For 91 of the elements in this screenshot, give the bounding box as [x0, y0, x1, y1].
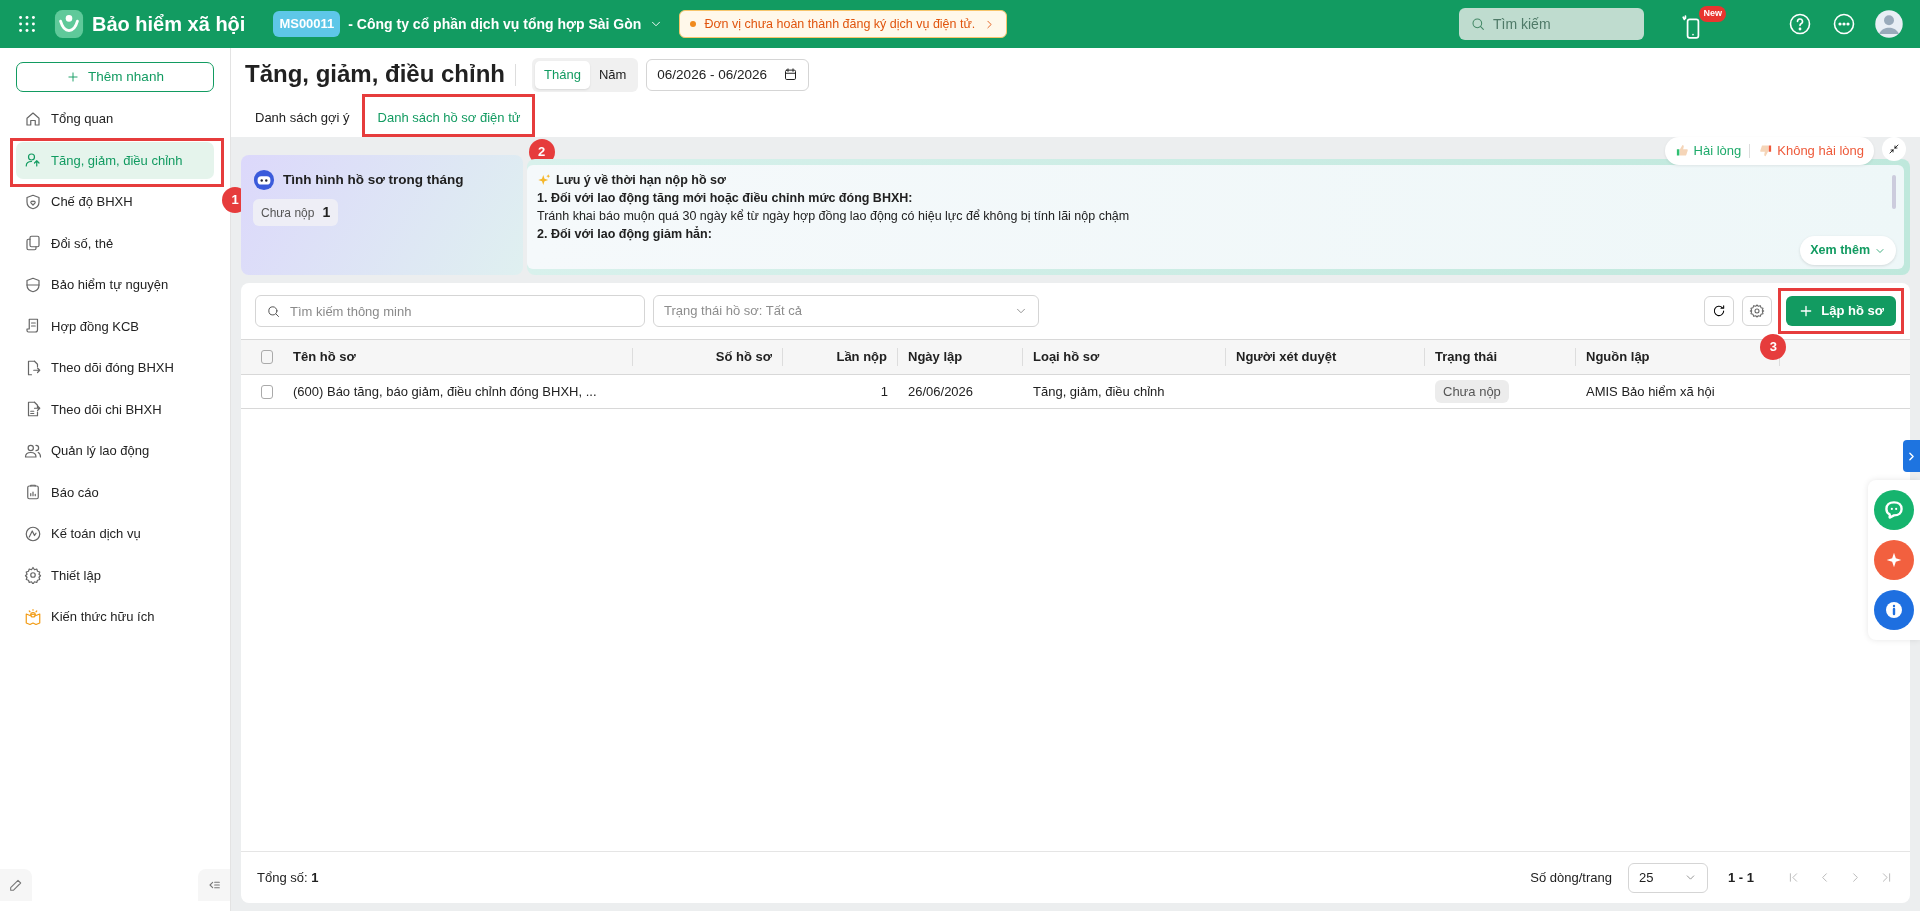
notice-banner[interactable]: Đơn vị chưa hoàn thành đăng ký dịch vụ điện tử. — [679, 9, 1008, 39]
table-cell-text: 26/06/2026 — [908, 382, 974, 401]
sidebar-item[interactable]: Hợp đồng KCB — [16, 307, 214, 345]
sidebar-item[interactable]: Thiết lập — [16, 556, 214, 594]
period-tab[interactable]: Năm — [589, 61, 636, 89]
quick-add-button[interactable]: Thêm nhanh — [16, 62, 214, 92]
rows-per-page-label: Số dòng/trang — [1530, 868, 1612, 887]
search-icon — [1470, 16, 1486, 32]
search-icon — [266, 304, 281, 319]
more-icon[interactable] — [1832, 12, 1856, 36]
column-header[interactable]: Trạng thái — [1435, 347, 1498, 367]
notice-heading: 2. Đối với lao động giảm hẳn: — [537, 225, 713, 243]
settings-icon — [1749, 303, 1766, 319]
notice-heading: Lưu ý về thời hạn nộp hồ sơ — [537, 171, 1844, 189]
page-tab[interactable]: Danh sách gợi ý — [245, 99, 360, 137]
gear-icon — [24, 566, 42, 585]
column-header[interactable]: Nguồn lập — [1586, 347, 1650, 367]
column-header[interactable]: Tên hồ sơ — [293, 347, 356, 367]
sidebar-item[interactable]: Quản lý lao động — [16, 432, 214, 470]
collapse-sidebar-button[interactable] — [198, 869, 230, 901]
table-cell-text: Tăng, giảm, điều chỉnh — [1033, 382, 1165, 401]
sidebar-item[interactable]: Theo dõi chi BHXH — [16, 390, 214, 428]
edit-button[interactable] — [0, 869, 32, 901]
step-badge: 3 — [1760, 334, 1787, 360]
thumbs-up-icon — [1674, 143, 1690, 159]
sidebar-item[interactable]: Chế độ BHXH — [16, 183, 214, 221]
info-button[interactable] — [1874, 590, 1914, 630]
copy-icon — [24, 234, 42, 253]
select-all-checkbox[interactable] — [261, 350, 273, 364]
page-range: 1 - 1 — [1728, 868, 1754, 887]
clipboard-chart-icon — [24, 483, 42, 502]
company-name[interactable]: - Công ty cổ phần dịch vụ tổng hợp Sài Gòn — [348, 13, 642, 35]
scrollbar — [1892, 175, 1896, 209]
column-header[interactable]: Ngày lập — [908, 347, 963, 367]
company-code-badge: MS00011 — [273, 11, 341, 37]
column-header[interactable]: Số hồ sơ — [715, 347, 772, 367]
dislike-button[interactable]: Không hài lòng — [1758, 141, 1864, 161]
sidebar-item[interactable]: Theo dõi đóng BHXH — [16, 349, 214, 387]
collapse-button[interactable] — [1882, 137, 1906, 161]
search-field[interactable]: Tìm kiếm — [1459, 8, 1644, 40]
status-badge: Chưa nộp — [1435, 379, 1509, 404]
app-title: Bảo hiểm xã hội — [92, 12, 246, 37]
date-range-field[interactable]: 06/2026 - 06/2026 — [646, 58, 809, 91]
row-checkbox[interactable] — [261, 384, 273, 399]
app-grid-icon[interactable] — [16, 13, 38, 35]
refresh-button[interactable] — [1704, 296, 1735, 326]
sidebar-item[interactable]: Kế toán dịch vụ — [16, 515, 214, 553]
new-badge: New — [1699, 6, 1726, 22]
table-cell-text: AMIS Bảo hiểm xã hội — [1586, 382, 1715, 401]
settings-button[interactable] — [1742, 296, 1773, 326]
calendar-icon — [782, 67, 798, 83]
pencil-icon — [8, 877, 24, 893]
see-more-button[interactable]: Xem thêm — [1800, 236, 1896, 265]
period-tab[interactable]: Tháng — [535, 61, 590, 89]
notice-text: Tránh khai báo muộn quá 30 ngày kể từ ngày hợp đồng lao động có hiệu lực để không bị tính lãi nộp chậm — [537, 208, 1131, 225]
sidebar-item[interactable]: Đổi số, thẻ — [16, 224, 214, 262]
table-cell-text: (600) Báo tăng, báo giảm, điều chỉnh đóng BHXH, ... — [293, 382, 597, 401]
column-header[interactable]: Loại hồ sơ — [1033, 347, 1100, 367]
page-title: Tăng, giảm, điều chỉnh — [245, 60, 505, 90]
table-cell-text: 1 — [880, 382, 888, 401]
thumbs-down-icon — [1758, 143, 1774, 159]
ai-assistant-button[interactable] — [1874, 540, 1914, 580]
shield-heart-icon — [24, 192, 42, 211]
app-logo-icon — [54, 9, 84, 39]
sidebar-item[interactable]: Kiến thức hữu ích — [16, 598, 214, 636]
create-record-button[interactable]: Lập hồ sơ — [1786, 296, 1896, 326]
notice-heading: 1. Đối với lao động tăng mới hoặc điều chỉnh mức đóng BHXH: — [537, 190, 914, 207]
sidebar-item[interactable]: Tổng quan — [16, 100, 214, 138]
smart-search-field[interactable]: Tìm kiếm thông minh — [255, 295, 645, 327]
shrink-icon — [1888, 143, 1900, 155]
lightbulb-map-icon — [24, 607, 42, 626]
plus-icon — [66, 70, 81, 84]
column-header[interactable]: Người xét duyệt — [1236, 347, 1337, 367]
phone-new-button[interactable]: New — [1680, 6, 1726, 42]
avatar-icon[interactable] — [1874, 9, 1904, 39]
user-arrow-icon — [24, 151, 42, 170]
robot-icon — [253, 169, 275, 191]
total-count: Tổng số: 1 — [257, 868, 319, 887]
side-panel-toggle[interactable] — [1903, 440, 1920, 472]
chat-bot-button[interactable] — [1874, 490, 1914, 530]
summary-title: Tình hình hồ sơ trong tháng — [283, 170, 464, 189]
page-tab[interactable]: Danh sách hồ sơ điện tử — [367, 99, 531, 137]
shield-icon — [24, 275, 42, 294]
sidebar-item[interactable]: Bảo hiểm tự nguyện — [16, 266, 214, 304]
chart-circle-icon — [24, 524, 42, 543]
column-header[interactable]: Lần nộp — [836, 347, 887, 367]
status-count-chip: Chưa nộp 1 — [253, 199, 339, 226]
help-icon[interactable] — [1788, 12, 1812, 36]
status-dot-icon — [690, 21, 697, 27]
sidebar-item[interactable]: Báo cáo — [16, 473, 214, 511]
rows-per-page-select[interactable]: 25 — [1628, 862, 1708, 893]
